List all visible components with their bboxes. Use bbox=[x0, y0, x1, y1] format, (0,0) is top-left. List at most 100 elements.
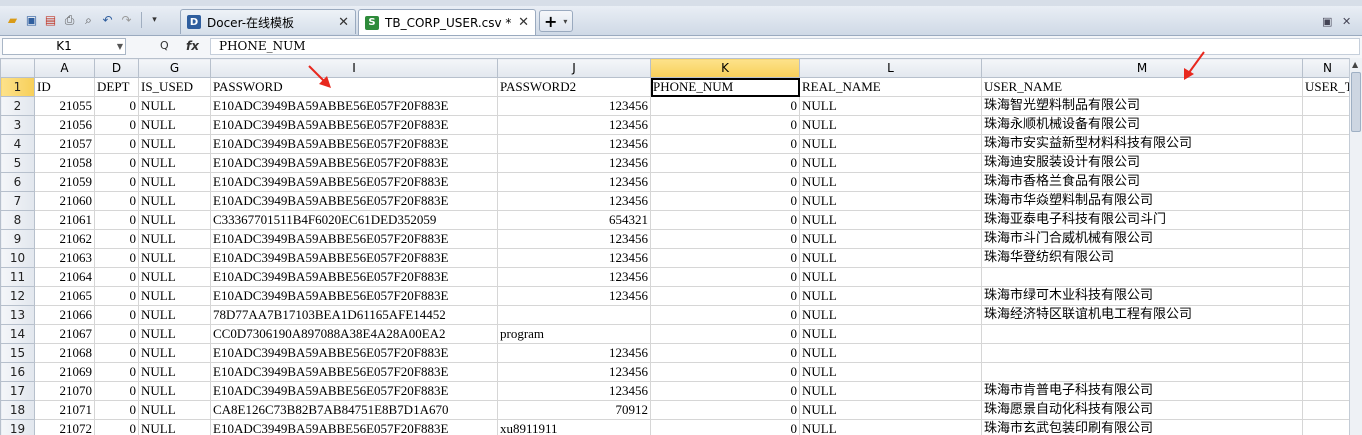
data-cell[interactable]: NULL bbox=[138, 115, 211, 135]
data-cell[interactable]: NULL bbox=[138, 305, 211, 325]
column-header-d[interactable]: D bbox=[94, 58, 139, 78]
data-cell[interactable]: 0 bbox=[650, 210, 800, 230]
row-header[interactable]: 18 bbox=[0, 400, 35, 420]
data-cell[interactable]: 0 bbox=[94, 96, 139, 116]
data-cell[interactable] bbox=[1302, 248, 1349, 268]
data-cell[interactable]: 0 bbox=[650, 134, 800, 154]
data-cell[interactable]: 21067 bbox=[34, 324, 95, 344]
row-header[interactable]: 7 bbox=[0, 191, 35, 211]
data-cell[interactable]: 0 bbox=[94, 381, 139, 401]
data-cell[interactable]: NULL bbox=[138, 324, 211, 344]
data-cell[interactable]: E10ADC3949BA59ABBE56E057F20F883E bbox=[210, 286, 498, 306]
data-cell[interactable]: NULL bbox=[138, 419, 211, 435]
data-cell[interactable]: E10ADC3949BA59ABBE56E057F20F883E bbox=[210, 115, 498, 135]
data-cell[interactable] bbox=[981, 267, 1303, 287]
data-cell[interactable]: 珠海智光塑料制品有限公司 bbox=[981, 96, 1303, 116]
column-header-i[interactable]: I bbox=[210, 58, 498, 78]
data-cell[interactable]: 21058 bbox=[34, 153, 95, 173]
data-cell[interactable]: 123456 bbox=[497, 191, 651, 211]
data-cell[interactable]: NULL bbox=[138, 134, 211, 154]
data-cell[interactable]: 70912 bbox=[497, 400, 651, 420]
header-cell[interactable]: PHONE_NUM bbox=[650, 77, 800, 97]
data-cell[interactable]: 0 bbox=[650, 400, 800, 420]
row-header[interactable]: 6 bbox=[0, 172, 35, 192]
data-cell[interactable]: E10ADC3949BA59ABBE56E057F20F883E bbox=[210, 362, 498, 382]
data-cell[interactable] bbox=[1302, 134, 1349, 154]
data-cell[interactable]: NULL bbox=[799, 96, 982, 116]
column-header-k[interactable]: K bbox=[650, 58, 800, 78]
row-header[interactable]: 9 bbox=[0, 229, 35, 249]
header-cell[interactable]: DEPT bbox=[94, 77, 139, 97]
data-cell[interactable]: 珠海市华焱塑料制品有限公司 bbox=[981, 191, 1303, 211]
zoom-icon[interactable]: Q bbox=[160, 39, 169, 52]
data-cell[interactable]: E10ADC3949BA59ABBE56E057F20F883E bbox=[210, 191, 498, 211]
data-cell[interactable]: 21066 bbox=[34, 305, 95, 325]
data-cell[interactable]: 0 bbox=[650, 362, 800, 382]
data-cell[interactable]: 0 bbox=[94, 400, 139, 420]
data-cell[interactable]: 珠海市玄武包装印刷有限公司 bbox=[981, 419, 1303, 435]
row-header[interactable]: 8 bbox=[0, 210, 35, 230]
data-cell[interactable]: NULL bbox=[138, 343, 211, 363]
data-cell[interactable] bbox=[1302, 267, 1349, 287]
data-cell[interactable]: NULL bbox=[138, 381, 211, 401]
row-header[interactable]: 11 bbox=[0, 267, 35, 287]
row-header[interactable]: 4 bbox=[0, 134, 35, 154]
data-cell[interactable]: 0 bbox=[650, 343, 800, 363]
data-cell[interactable]: 珠海市香格兰食品有限公司 bbox=[981, 172, 1303, 192]
data-cell[interactable]: NULL bbox=[799, 153, 982, 173]
data-cell[interactable]: 654321 bbox=[497, 210, 651, 230]
scroll-thumb[interactable] bbox=[1351, 72, 1361, 132]
data-cell[interactable]: 21055 bbox=[34, 96, 95, 116]
save-icon[interactable]: ▣ bbox=[23, 12, 40, 29]
data-cell[interactable]: 123456 bbox=[497, 134, 651, 154]
data-cell[interactable]: NULL bbox=[138, 229, 211, 249]
row-header[interactable]: 1 bbox=[0, 77, 35, 97]
data-cell[interactable]: NULL bbox=[138, 267, 211, 287]
data-cell[interactable] bbox=[1302, 362, 1349, 382]
data-cell[interactable]: 123456 bbox=[497, 153, 651, 173]
data-cell[interactable]: 0 bbox=[94, 248, 139, 268]
scroll-up-icon[interactable]: ▲ bbox=[1352, 60, 1358, 69]
data-cell[interactable]: 0 bbox=[94, 229, 139, 249]
data-cell[interactable]: 0 bbox=[650, 115, 800, 135]
row-header[interactable]: 10 bbox=[0, 248, 35, 268]
column-header-j[interactable]: J bbox=[497, 58, 651, 78]
data-cell[interactable]: 21068 bbox=[34, 343, 95, 363]
data-cell[interactable]: E10ADC3949BA59ABBE56E057F20F883E bbox=[210, 153, 498, 173]
data-cell[interactable]: 珠海永顺机械设备有限公司 bbox=[981, 115, 1303, 135]
row-header[interactable]: 15 bbox=[0, 343, 35, 363]
data-cell[interactable] bbox=[1302, 96, 1349, 116]
data-cell[interactable]: 21072 bbox=[34, 419, 95, 435]
header-cell[interactable]: USER_T bbox=[1302, 77, 1349, 97]
data-cell[interactable]: NULL bbox=[799, 381, 982, 401]
row-header[interactable]: 17 bbox=[0, 381, 35, 401]
data-cell[interactable]: NULL bbox=[138, 191, 211, 211]
data-cell[interactable]: 0 bbox=[650, 324, 800, 344]
data-cell[interactable] bbox=[1302, 381, 1349, 401]
data-cell[interactable]: E10ADC3949BA59ABBE56E057F20F883E bbox=[210, 172, 498, 192]
select-all-corner[interactable] bbox=[0, 58, 35, 78]
data-cell[interactable]: 21060 bbox=[34, 191, 95, 211]
restore-window-icon[interactable]: ▣ bbox=[1322, 15, 1332, 28]
data-cell[interactable]: 123456 bbox=[497, 172, 651, 192]
header-cell[interactable]: IS_USED bbox=[138, 77, 211, 97]
data-cell[interactable]: NULL bbox=[799, 362, 982, 382]
data-cell[interactable]: NULL bbox=[799, 419, 982, 435]
data-cell[interactable]: 21065 bbox=[34, 286, 95, 306]
data-cell[interactable]: 123456 bbox=[497, 286, 651, 306]
data-cell[interactable]: 21059 bbox=[34, 172, 95, 192]
data-cell[interactable]: 珠海市绿可木业科技有限公司 bbox=[981, 286, 1303, 306]
header-cell[interactable]: PASSWORD2 bbox=[497, 77, 651, 97]
data-cell[interactable] bbox=[1302, 419, 1349, 435]
data-cell[interactable]: 21069 bbox=[34, 362, 95, 382]
data-cell[interactable]: 123456 bbox=[497, 267, 651, 287]
data-cell[interactable]: 21063 bbox=[34, 248, 95, 268]
data-cell[interactable] bbox=[1302, 115, 1349, 135]
formula-input[interactable]: PHONE_NUM bbox=[210, 38, 1360, 55]
data-cell[interactable]: xu8911911 bbox=[497, 419, 651, 435]
data-cell[interactable]: NULL bbox=[799, 305, 982, 325]
close-window-icon[interactable]: ✕ bbox=[1342, 15, 1351, 28]
data-cell[interactable]: E10ADC3949BA59ABBE56E057F20F883E bbox=[210, 229, 498, 249]
tab-docer[interactable]: D Docer-在线模板 ✕ bbox=[180, 9, 356, 34]
data-cell[interactable]: program bbox=[497, 324, 651, 344]
